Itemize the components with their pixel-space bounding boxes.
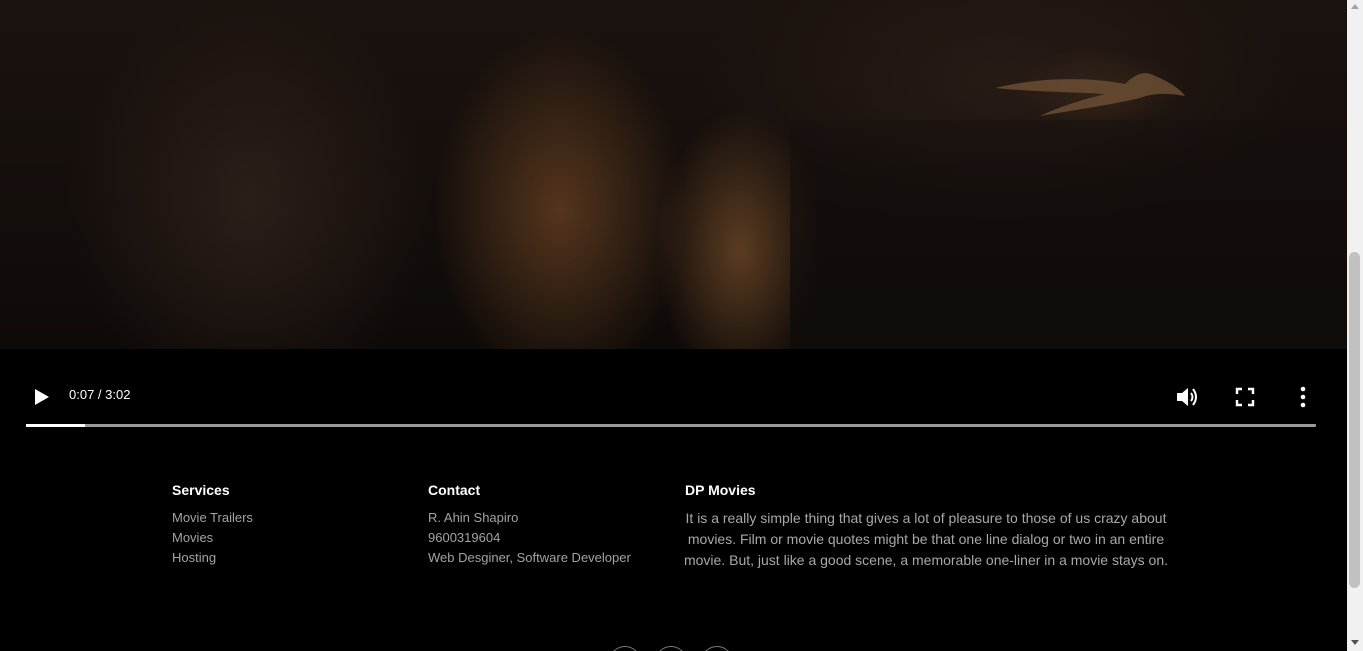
- contact-role: Web Desginer, Software Developer: [428, 550, 631, 565]
- services-item-movies[interactable]: Movies: [172, 528, 253, 548]
- social-links: [609, 646, 733, 651]
- contact-phone: 9600319604: [428, 530, 501, 545]
- page-scrollbar[interactable]: [1347, 0, 1363, 651]
- about-text: It is a really simple thing that gives a…: [683, 510, 1169, 568]
- instagram-icon[interactable]: [701, 646, 733, 651]
- footer-contact: Contact R. Ahin Shapiro 9600319604 Web D…: [428, 482, 631, 568]
- services-item-movie-trailers[interactable]: Movie Trailers: [172, 508, 253, 528]
- footer-about: DP Movies It is a really simple thing th…: [683, 482, 1169, 571]
- contact-heading: Contact: [428, 482, 481, 498]
- video-frame-bird: [995, 73, 1185, 116]
- time-separator: /: [94, 387, 106, 402]
- video-progress-fill: [26, 424, 86, 427]
- contact-name: R. Ahin Shapiro: [428, 510, 519, 525]
- services-list: Movie Trailers Movies Hosting: [172, 508, 253, 568]
- volume-icon[interactable]: [1174, 384, 1200, 410]
- about-heading: DP Movies: [685, 482, 756, 498]
- services-item-hosting[interactable]: Hosting: [172, 548, 253, 568]
- video-frame-shadow: [790, 120, 1347, 349]
- play-icon[interactable]: [30, 386, 52, 408]
- duration: 3:02: [105, 387, 131, 402]
- twitter-icon[interactable]: [655, 646, 687, 651]
- page: 0:07 / 3:02 Services Movie Trailers Movi…: [0, 0, 1363, 651]
- video-progress-bar[interactable]: [26, 424, 1316, 427]
- facebook-icon[interactable]: [609, 646, 641, 651]
- services-heading: Services: [172, 482, 230, 498]
- video-player[interactable]: [0, 0, 1347, 349]
- footer-services: Services Movie Trailers Movies Hosting: [172, 482, 253, 568]
- contact-list: R. Ahin Shapiro 9600319604 Web Desginer,…: [428, 508, 631, 568]
- scrollbar-thumb[interactable]: [1349, 252, 1360, 588]
- more-options-icon[interactable]: [1290, 384, 1316, 410]
- scroll-down-arrow-icon[interactable]: [1351, 640, 1359, 645]
- current-time: 0:07: [69, 387, 95, 402]
- scroll-up-arrow-icon[interactable]: [1351, 4, 1359, 9]
- time-display: 0:07 / 3:02: [69, 387, 130, 402]
- fullscreen-icon[interactable]: [1232, 384, 1258, 410]
